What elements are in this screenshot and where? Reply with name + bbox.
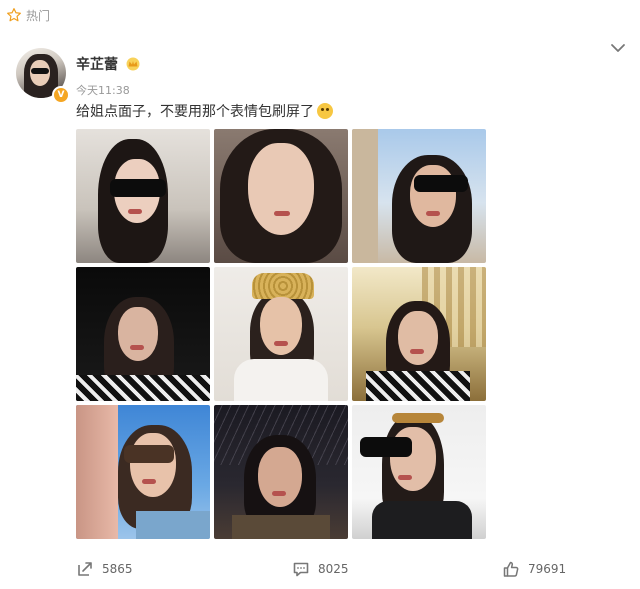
emoji-icon (317, 103, 333, 119)
hot-tag: 热门 (6, 5, 50, 25)
repost-icon (78, 562, 92, 576)
hot-label: 热门 (26, 8, 51, 23)
star-outline-icon (7, 8, 21, 22)
action-bar: 5865 8025 79691 (0, 560, 640, 582)
repost-button[interactable]: 5865 (76, 560, 133, 578)
like-button[interactable]: 79691 (502, 560, 566, 578)
repost-count: 5865 (102, 562, 133, 576)
crown-badge-icon[interactable] (125, 57, 141, 71)
photo-9[interactable] (352, 405, 486, 539)
chevron-down-icon[interactable] (610, 42, 626, 54)
post-time: 今天11:38 (76, 84, 130, 97)
photo-6[interactable] (352, 267, 486, 401)
like-count: 79691 (528, 562, 567, 576)
comment-icon (293, 562, 309, 577)
post-text: 给姐点面子，不要用那个表情包刷屏了 (76, 104, 314, 120)
photo-2[interactable] (214, 129, 348, 263)
comment-button[interactable]: 8025 (292, 560, 349, 578)
verified-badge-icon: V (52, 86, 70, 104)
author-name[interactable]: 辛芷蕾 (76, 54, 118, 74)
photo-3[interactable] (352, 129, 486, 263)
photo-grid (76, 129, 486, 539)
thumbs-up-icon (503, 561, 519, 577)
photo-7[interactable] (76, 405, 210, 539)
photo-8[interactable] (214, 405, 348, 539)
comment-count: 8025 (318, 562, 349, 576)
post-content: 给姐点面子，不要用那个表情包刷屏了 (76, 101, 333, 121)
photo-4[interactable] (76, 267, 210, 401)
photo-5[interactable] (214, 267, 348, 401)
photo-1[interactable] (76, 129, 210, 263)
